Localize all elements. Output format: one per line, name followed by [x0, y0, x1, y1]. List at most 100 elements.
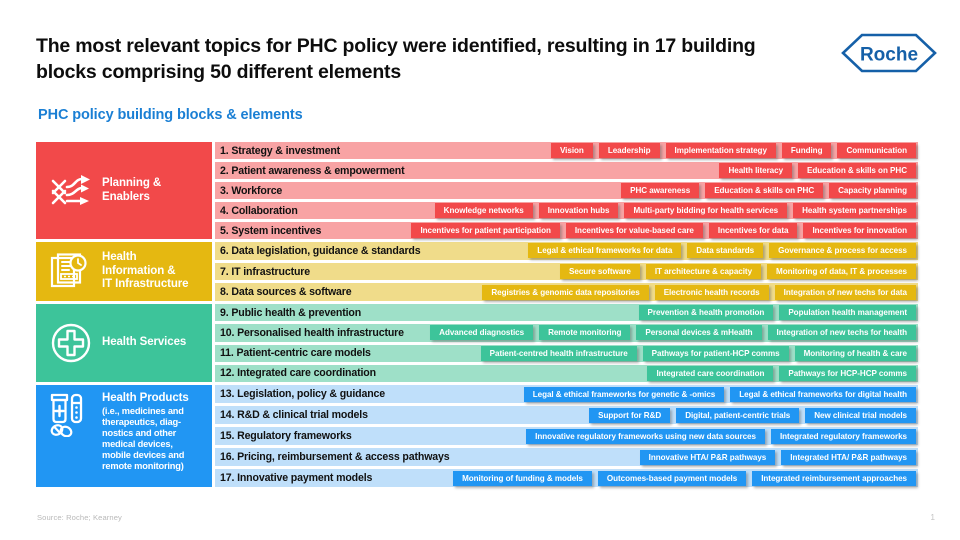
- element-pill[interactable]: Integrated care coordination: [647, 365, 774, 381]
- element-pill[interactable]: Integrated HTA/ P&R pathways: [781, 449, 916, 465]
- row-label: 13. Legislation, policy & guidance: [220, 388, 386, 400]
- element-pill[interactable]: Data standards: [687, 243, 764, 259]
- element-pill[interactable]: Support for R&D: [589, 407, 671, 423]
- element-pill[interactable]: Education & skills on PHC: [798, 163, 916, 178]
- element-pill[interactable]: Population health management: [779, 305, 916, 321]
- element-pill[interactable]: New clinical trial models: [805, 407, 916, 423]
- group-health-services: Health Services 9. Public health & preve…: [36, 304, 918, 382]
- element-pill[interactable]: Patient-centred health infrastructure: [480, 345, 637, 361]
- element-pill[interactable]: Communication: [837, 143, 916, 158]
- element-pill[interactable]: Innovative regulatory frameworks using n…: [526, 428, 765, 444]
- element-pill[interactable]: Health system partnerships: [793, 203, 916, 218]
- table-row[interactable]: 4. Collaboration Knowledge networks Inno…: [215, 202, 918, 219]
- table-row[interactable]: 11. Patient-centric care models Patient-…: [215, 344, 918, 362]
- table-row[interactable]: 16. Pricing, reimbursement & access path…: [215, 448, 918, 466]
- element-pill[interactable]: Registries & genomic data repositories: [482, 284, 649, 300]
- element-pill[interactable]: Funding: [781, 143, 832, 158]
- element-pill[interactable]: Advanced diagnostics: [430, 325, 534, 341]
- element-pill[interactable]: IT architecture & capacity: [645, 264, 762, 279]
- row-label: 2. Patient awareness & empowerment: [220, 164, 405, 177]
- table-row[interactable]: 12. Integrated care coordination Integra…: [215, 364, 918, 382]
- row-elements: Innovative HTA/ P&R pathways Integrated …: [639, 448, 916, 466]
- table-row[interactable]: 15. Regulatory frameworks Innovative reg…: [215, 427, 918, 445]
- arrows-crossing-icon: [44, 171, 98, 211]
- element-pill[interactable]: Monitoring of funding & models: [453, 470, 592, 486]
- element-pill[interactable]: Incentives for value-based care: [565, 223, 703, 238]
- group-rows-health-services: 9. Public health & prevention Prevention…: [215, 304, 918, 382]
- row-label: 7. IT infrastructure: [220, 265, 311, 278]
- row-label: 9. Public health & prevention: [220, 306, 362, 319]
- row-elements: Innovative regulatory frameworks using n…: [526, 427, 916, 445]
- element-pill[interactable]: Innovation hubs: [538, 203, 619, 218]
- element-pill[interactable]: Pathways for patient-HCP comms: [642, 345, 789, 361]
- group-health-products: Health Products (i.e., medicines and the…: [36, 385, 918, 487]
- table-row[interactable]: 1. Strategy & investment Vision Leadersh…: [215, 142, 918, 159]
- element-pill[interactable]: Multi-party bidding for health services: [624, 203, 788, 218]
- row-label: 4. Collaboration: [220, 204, 298, 217]
- element-pill[interactable]: Leadership: [598, 143, 660, 158]
- element-pill[interactable]: Prevention & health promotion: [638, 305, 774, 321]
- element-pill[interactable]: Integration of new techs for data: [774, 284, 916, 300]
- table-row[interactable]: 7. IT infrastructure Secure software IT …: [215, 262, 918, 281]
- element-pill[interactable]: Incentives for innovation: [803, 223, 916, 238]
- element-pill[interactable]: Vision: [550, 143, 593, 158]
- element-pill[interactable]: Incentives for data: [708, 223, 798, 238]
- row-elements: Knowledge networks Innovation hubs Multi…: [434, 202, 916, 219]
- row-elements: Health literacy Education & skills on PH…: [719, 162, 916, 179]
- row-label: 12. Integrated care coordination: [220, 367, 376, 380]
- element-pill[interactable]: Monitoring of health & care: [794, 345, 916, 361]
- table-row[interactable]: 3. Workforce PHC awareness Education & s…: [215, 182, 918, 199]
- table-row[interactable]: 6. Data legislation, guidance & standard…: [215, 242, 918, 260]
- element-pill[interactable]: Secure software: [560, 264, 640, 279]
- group-label-health-services: Health Services: [98, 336, 186, 350]
- element-pill[interactable]: Monitoring of data, IT & processes: [767, 264, 916, 279]
- building-blocks-matrix: Planning & Enablers 1. Strategy & invest…: [36, 142, 918, 498]
- row-elements: Support for R&D Digital, patient-centric…: [589, 406, 916, 424]
- element-pill[interactable]: Incentives for patient participation: [411, 223, 560, 238]
- group-label-health-products: Health Products (i.e., medicines and the…: [98, 391, 189, 472]
- row-elements: PHC awareness Education & skills on PHC …: [621, 182, 916, 199]
- element-pill[interactable]: Legal & ethical frameworks for digital h…: [730, 386, 916, 402]
- element-pill[interactable]: Health literacy: [719, 163, 793, 178]
- table-row[interactable]: 2. Patient awareness & empowerment Healt…: [215, 162, 918, 179]
- row-elements: Registries & genomic data repositories E…: [482, 283, 916, 301]
- group-title-line1: Health: [102, 251, 137, 264]
- row-elements: Monitoring of funding & models Outcomes-…: [453, 469, 916, 487]
- table-row[interactable]: 14. R&D & clinical trial models Support …: [215, 406, 918, 424]
- element-pill[interactable]: Remote monitoring: [539, 325, 631, 341]
- element-pill[interactable]: Pathways for HCP-HCP comms: [779, 365, 916, 381]
- element-pill[interactable]: Personal devices & mHealth: [636, 325, 762, 341]
- table-row[interactable]: 9. Public health & prevention Prevention…: [215, 304, 918, 322]
- table-row[interactable]: 8. Data sources & software Registries & …: [215, 283, 918, 302]
- element-pill[interactable]: Integrated regulatory frameworks: [770, 428, 916, 444]
- svg-text:Roche: Roche: [860, 45, 918, 66]
- element-pill[interactable]: Legal & ethical frameworks for genetic &…: [523, 386, 725, 402]
- element-pill[interactable]: Digital, patient-centric trials: [676, 407, 800, 423]
- group-health-information-it-infrastructure: Health Information & IT Infrastructure 6…: [36, 242, 918, 302]
- table-row[interactable]: 10. Personalised health infrastructure A…: [215, 324, 918, 342]
- element-pill[interactable]: Knowledge networks: [434, 203, 533, 218]
- page-number: 1: [930, 512, 935, 522]
- row-label: 3. Workforce: [220, 184, 283, 197]
- group-title-line1: Planning &: [102, 176, 162, 189]
- element-pill[interactable]: Integrated reimbursement approaches: [752, 470, 916, 486]
- element-pill[interactable]: Implementation strategy: [665, 143, 776, 158]
- row-elements: Incentives for patient participation Inc…: [411, 222, 916, 239]
- element-pill[interactable]: Education & skills on PHC: [705, 183, 824, 198]
- source-note: Source: Roche; Kearney: [37, 513, 122, 522]
- element-pill[interactable]: Governance & process for access: [769, 243, 916, 259]
- element-pill[interactable]: Capacity planning: [829, 183, 916, 198]
- element-pill[interactable]: Electronic health records: [654, 284, 769, 300]
- element-pill[interactable]: Legal & ethical frameworks for data: [528, 243, 682, 259]
- table-row[interactable]: 13. Legislation, policy & guidance Legal…: [215, 385, 918, 403]
- row-elements: Legal & ethical frameworks for data Data…: [528, 242, 916, 260]
- group-header-planning-enablers: Planning & Enablers: [36, 142, 212, 239]
- group-label-health-information: Health Information & IT Infrastructure: [98, 251, 189, 292]
- element-pill[interactable]: PHC awareness: [621, 183, 700, 198]
- element-pill[interactable]: Integration of new techs for health: [767, 325, 916, 341]
- element-pill[interactable]: Innovative HTA/ P&R pathways: [639, 449, 776, 465]
- table-row[interactable]: 17. Innovative payment models Monitoring…: [215, 469, 918, 487]
- table-row[interactable]: 5. System incentives Incentives for pati…: [215, 222, 918, 239]
- page-title: The most relevant topics for PHC policy …: [36, 35, 756, 83]
- element-pill[interactable]: Outcomes-based payment models: [597, 470, 747, 486]
